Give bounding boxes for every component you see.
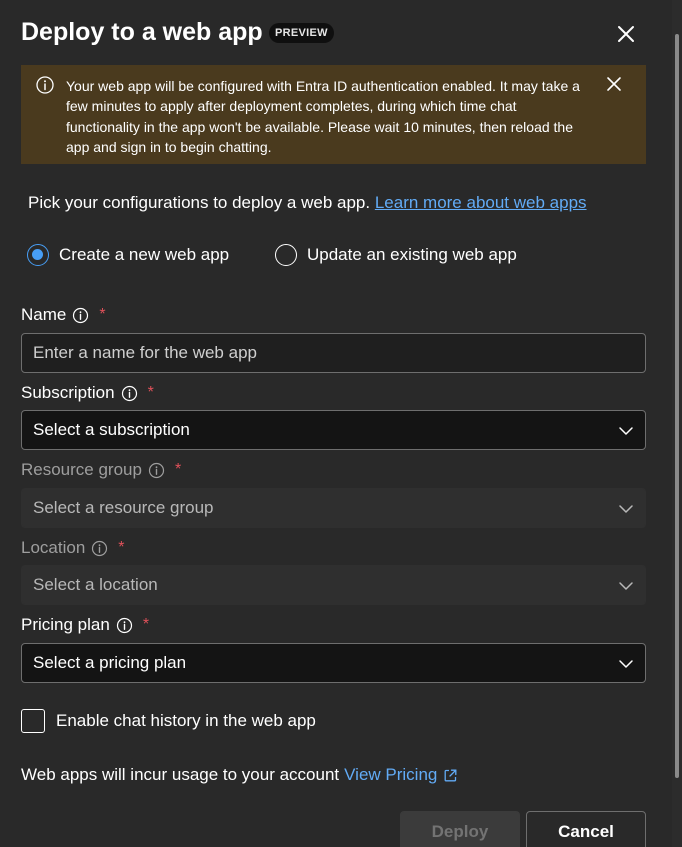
info-icon[interactable] xyxy=(121,385,138,402)
cancel-button[interactable]: Cancel xyxy=(526,811,646,847)
pricing-plan-label-text: Pricing plan xyxy=(21,615,110,634)
info-icon xyxy=(36,76,54,94)
resource-group-dropdown: Select a resource group xyxy=(21,488,646,528)
dismiss-icon xyxy=(607,77,621,91)
location-label-text: Location xyxy=(21,538,86,557)
external-link-icon[interactable] xyxy=(443,768,458,783)
radio-update-existing-web-app[interactable]: Update an existing web app xyxy=(275,241,517,268)
resource-group-label: Resource group * xyxy=(21,459,181,481)
location-label: Location * xyxy=(21,537,125,559)
radio-create-new-web-app[interactable]: Create a new web app xyxy=(27,241,229,268)
learn-more-link[interactable]: Learn more about web apps xyxy=(375,193,587,212)
deploy-web-app-dialog: Deploy to a web app PREVIEW Your web app… xyxy=(0,0,672,847)
subscription-label: Subscription * xyxy=(21,382,154,404)
chevron-down-icon xyxy=(619,660,633,668)
required-indicator: * xyxy=(99,306,106,323)
usage-note-text: Web apps will incur usage to your accoun… xyxy=(21,765,340,784)
name-label-text: Name xyxy=(21,305,67,324)
deploy-button: Deploy xyxy=(400,811,520,847)
dialog-title: Deploy to a web app xyxy=(21,18,263,46)
pricing-plan-dropdown[interactable]: Select a pricing plan xyxy=(21,643,646,683)
pricing-plan-dropdown-value: Select a pricing plan xyxy=(33,653,187,672)
location-dropdown: Select a location xyxy=(21,565,646,605)
usage-note: Web apps will incur usage to your accoun… xyxy=(21,765,458,785)
chevron-down-icon xyxy=(619,582,633,590)
close-icon xyxy=(618,26,634,42)
info-icon[interactable] xyxy=(148,462,165,479)
scrollbar-thumb[interactable] xyxy=(675,34,679,778)
info-icon[interactable] xyxy=(116,617,133,634)
chat-history-checkbox-box[interactable] xyxy=(21,709,45,733)
auth-warning-banner: Your web app will be configured with Ent… xyxy=(21,65,646,164)
required-indicator: * xyxy=(174,461,182,478)
required-indicator: * xyxy=(118,539,125,556)
intro-message: Pick your configurations to deploy a web… xyxy=(28,193,371,212)
preview-badge: PREVIEW xyxy=(269,23,334,43)
chevron-down-icon xyxy=(619,427,633,435)
dismiss-banner-button[interactable] xyxy=(605,75,623,93)
dialog-scrollbar[interactable] xyxy=(672,0,682,847)
location-dropdown-value: Select a location xyxy=(33,575,158,594)
view-pricing-link[interactable]: View Pricing xyxy=(344,765,437,785)
name-input-placeholder: Enter a name for the web app xyxy=(33,343,257,362)
radio-update-indicator[interactable] xyxy=(275,243,297,266)
subscription-dropdown[interactable]: Select a subscription xyxy=(21,410,646,450)
info-icon[interactable] xyxy=(91,540,108,557)
required-indicator: * xyxy=(142,616,150,633)
enable-chat-history-checkbox[interactable]: Enable chat history in the web app xyxy=(21,708,316,734)
pricing-plan-label: Pricing plan * xyxy=(21,614,149,636)
radio-create-indicator[interactable] xyxy=(27,243,49,266)
intro-text: Pick your configurations to deploy a web… xyxy=(28,193,587,213)
radio-update-label: Update an existing web app xyxy=(307,244,517,264)
subscription-dropdown-value: Select a subscription xyxy=(33,420,190,439)
name-input[interactable]: Enter a name for the web app xyxy=(21,333,646,373)
chevron-down-icon xyxy=(619,505,633,513)
info-icon[interactable] xyxy=(72,307,89,324)
resource-group-dropdown-value: Select a resource group xyxy=(33,498,214,517)
required-indicator: * xyxy=(147,384,154,401)
resource-group-label-text: Resource group xyxy=(21,460,142,479)
banner-message: Your web app will be configured with Ent… xyxy=(66,78,580,155)
radio-create-label: Create a new web app xyxy=(59,244,230,264)
close-dialog-button[interactable] xyxy=(612,20,640,48)
subscription-label-text: Subscription xyxy=(21,383,115,402)
chat-history-label: Enable chat history in the web app xyxy=(56,711,316,730)
name-label: Name * xyxy=(21,304,106,326)
